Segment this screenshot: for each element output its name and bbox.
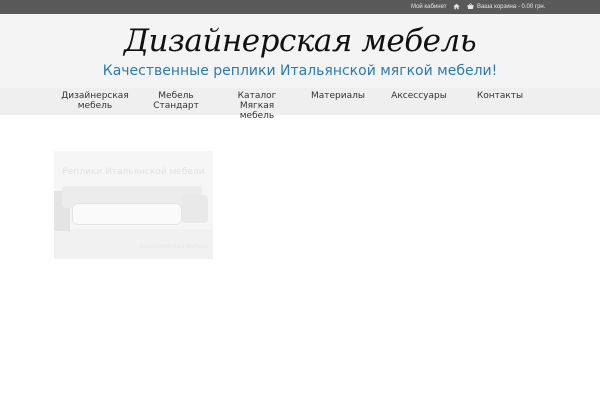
banner-subtitle: Дизайнерская мебель [139, 243, 209, 250]
nav-item-label: Контакты [476, 91, 524, 101]
basket-icon[interactable] [467, 3, 474, 10]
my-account-link[interactable]: Мой кабинет [411, 3, 447, 11]
cart-link[interactable]: Ваша корзина - 0.00 грн. [477, 3, 545, 11]
banner-sofa-seat [72, 203, 182, 225]
nav-item-catalog[interactable]: Каталог Мягкая мебель [220, 91, 294, 121]
main-nav: Дизайнерская мебель Мебель Стандарт Ката… [0, 88, 600, 121]
nav-item-label-line2: мебель [239, 111, 275, 121]
nav-item-standard-furniture[interactable]: Мебель Стандарт [136, 91, 216, 111]
top-bar: Мой кабинет Ваша корзина - 0.00 грн. [0, 0, 600, 14]
banner-title: Реплики Итальянской мебели [62, 167, 205, 177]
site-header: Дизайнерская мебель Качественные реплики… [0, 14, 600, 88]
home-icon[interactable] [453, 3, 460, 10]
nav-item-materials[interactable]: Материалы [306, 91, 370, 101]
nav-item-contacts[interactable]: Контакты [472, 91, 528, 101]
site-logo[interactable]: Дизайнерская мебель [0, 23, 600, 59]
nav-item-label: Мебель Стандарт [153, 91, 199, 111]
nav-item-label: Материалы [311, 91, 365, 101]
nav-item-designer-furniture[interactable]: Дизайнерская мебель [58, 91, 132, 111]
nav-item-label-line2: мебель [77, 101, 113, 111]
nav-item-label: Аксессуары [391, 91, 447, 101]
nav-item-label: Дизайнерская [61, 91, 129, 101]
site-tagline: Качественные реплики Итальянской мягкой … [102, 63, 498, 79]
promo-banner[interactable]: Реплики Итальянской мебели Дизайнерская … [54, 151, 213, 259]
banner-sofa-arm [182, 195, 208, 223]
nav-item-accessories[interactable]: Аксессуары [386, 91, 452, 101]
nav-item-label: Каталог Мягкая [237, 91, 277, 111]
